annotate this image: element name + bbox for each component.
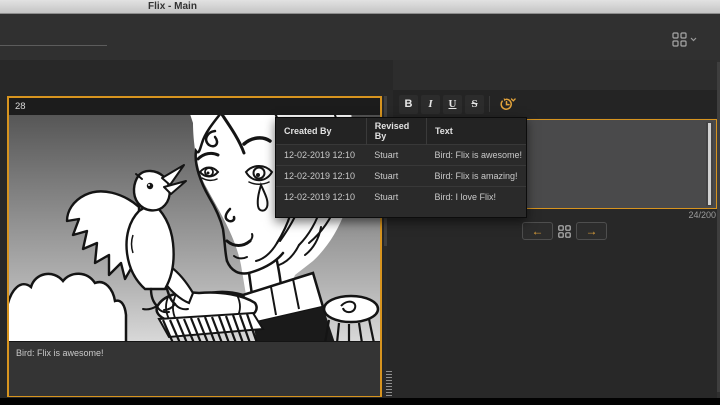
history-row[interactable]: 12-02-2019 12:10 Stuart Bird: Flix is aw… xyxy=(276,145,526,166)
italic-button[interactable]: I xyxy=(421,95,440,114)
cell-revised-by: Stuart xyxy=(366,187,426,208)
previous-panel-button[interactable]: ← xyxy=(522,222,553,240)
cell-revised-by: Stuart xyxy=(366,166,426,187)
search-field-underline xyxy=(0,45,107,46)
panel-caption-area: Bird: Flix is awesome! xyxy=(9,341,380,396)
dialogue-history-popup: Created By Revised By Text 12-02-2019 12… xyxy=(275,117,527,218)
dialogue-format-toolbar: B I U S xyxy=(393,90,720,118)
cell-created-by: 12-02-2019 12:10 xyxy=(276,166,366,187)
panel-number: 28 xyxy=(9,98,380,115)
layout-view-button[interactable] xyxy=(672,31,698,48)
grid-2x2-icon[interactable] xyxy=(558,225,571,238)
history-row[interactable]: 12-02-2019 12:10 Stuart Bird: Flix is am… xyxy=(276,166,526,187)
panel-caption-text: Bird: Flix is awesome! xyxy=(9,342,380,358)
splitter-grip[interactable] xyxy=(386,371,392,397)
history-table: Created By Revised By Text 12-02-2019 12… xyxy=(276,118,526,207)
strikethrough-button[interactable]: S xyxy=(465,95,484,114)
history-row[interactable]: 12-02-2019 12:10 Stuart Bird: I love Fli… xyxy=(276,187,526,208)
history-table-header: Created By Revised By Text xyxy=(276,118,526,145)
character-count: 24/200 xyxy=(688,210,716,220)
main-area: 28 xyxy=(0,60,720,398)
arrow-left-icon: ← xyxy=(532,224,544,238)
textarea-scrollbar-thumb[interactable] xyxy=(708,123,711,205)
underline-button[interactable]: U xyxy=(443,95,462,114)
bottom-bar xyxy=(0,398,720,405)
column-revised-by: Revised By xyxy=(366,118,426,145)
next-panel-button[interactable]: → xyxy=(576,222,607,240)
toolbar-separator xyxy=(489,96,490,112)
window-titlebar[interactable]: Flix - Main xyxy=(0,0,720,14)
cell-text: Bird: Flix is amazing! xyxy=(426,166,526,187)
textarea-scrollbar[interactable] xyxy=(706,122,713,206)
cell-created-by: 12-02-2019 12:10 xyxy=(276,187,366,208)
grid-2x2-icon xyxy=(672,32,687,47)
arrow-right-icon: → xyxy=(586,224,598,238)
chevron-down-icon xyxy=(690,37,697,42)
column-created-by: Created By xyxy=(276,118,366,145)
top-toolbar xyxy=(0,14,720,61)
cell-text: Bird: Flix is awesome! xyxy=(426,145,526,166)
window-title: Flix - Main xyxy=(0,0,345,13)
popup-footer xyxy=(276,207,526,217)
bold-button[interactable]: B xyxy=(399,95,418,114)
column-text: Text xyxy=(426,118,526,145)
cell-created-by: 12-02-2019 12:10 xyxy=(276,145,366,166)
dialogue-editor-header xyxy=(393,60,720,90)
history-clock-icon xyxy=(498,97,517,112)
cell-text: Bird: I love Flix! xyxy=(426,187,526,208)
dialogue-history-button[interactable] xyxy=(494,95,520,114)
panel-header: 28 xyxy=(9,98,380,115)
flix-app-window: Flix - Main 28 xyxy=(0,0,720,405)
panel-navigation: ← → xyxy=(522,222,607,240)
cell-revised-by: Stuart xyxy=(366,145,426,166)
